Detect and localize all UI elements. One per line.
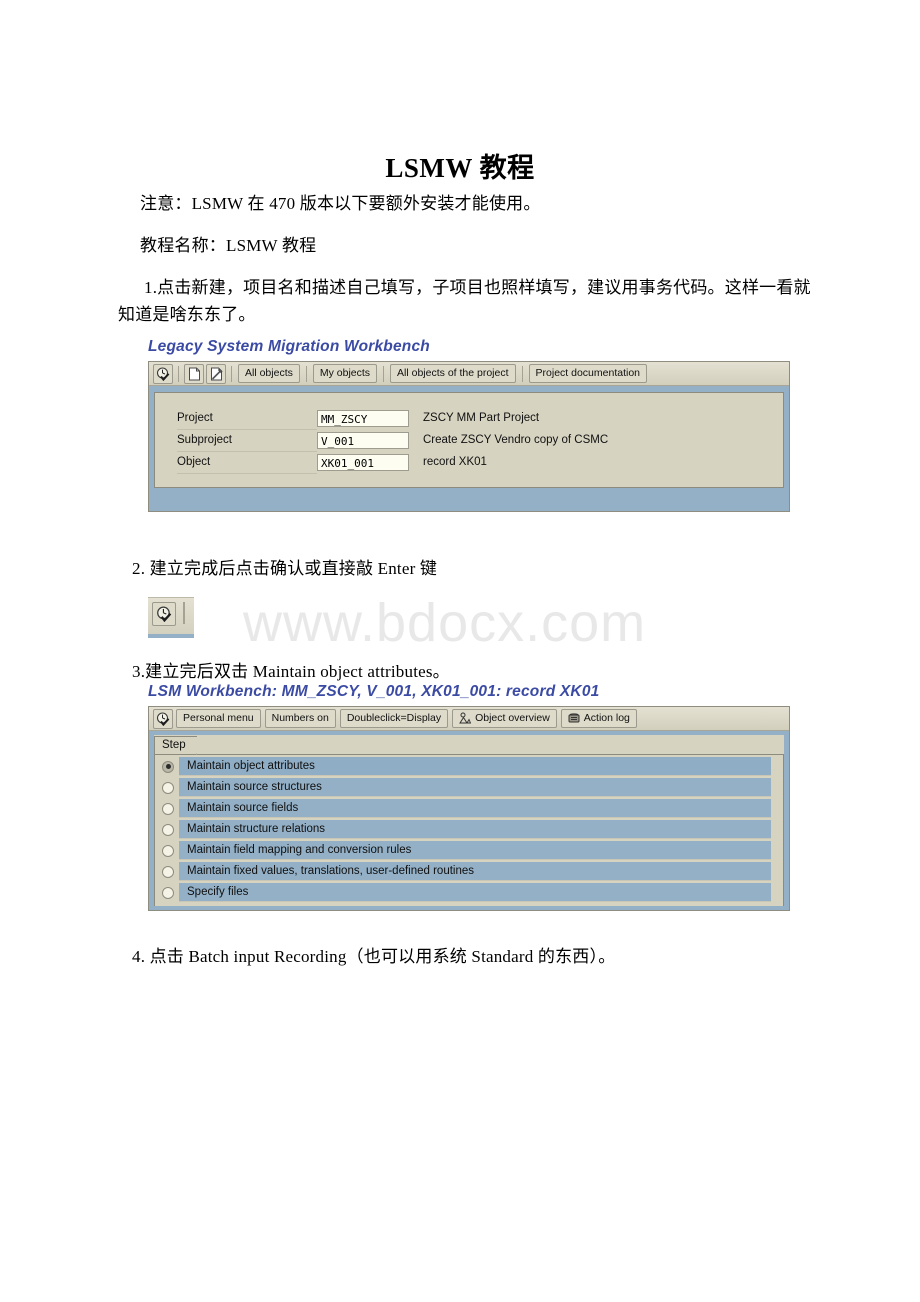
radio-button-icon[interactable] xyxy=(162,844,174,857)
tab-step[interactable]: Step xyxy=(154,736,205,755)
sap-window-2: Personal menu Numbers on Doubleclick=Dis… xyxy=(148,706,790,911)
list-item[interactable]: Maintain structure relations xyxy=(157,820,781,839)
list-item[interactable]: Maintain object attributes xyxy=(157,757,781,776)
screenshot2-title: LSM Workbench: MM_ZSCY, V_001, XK01_001:… xyxy=(148,683,600,700)
list-item-label: Specify files xyxy=(179,883,771,902)
list-item[interactable]: Maintain source fields xyxy=(157,799,781,818)
paragraph-note: 注意：LSMW 在 470 版本以下要额外安装才能使用。 xyxy=(140,194,541,213)
all-objects-button[interactable]: All objects xyxy=(238,364,300,383)
project-description: ZSCY MM Part Project xyxy=(423,412,540,424)
standalone-button-underline xyxy=(148,634,194,638)
sap-window-2-body: Step Maintain object attributes Maintain… xyxy=(149,731,789,910)
list-item[interactable]: Specify files xyxy=(157,883,781,902)
my-objects-button[interactable]: My objects xyxy=(312,364,378,383)
toolbar-1: All objects My objects All objects of th… xyxy=(149,362,789,386)
list-item[interactable]: Maintain source structures xyxy=(157,778,781,797)
toolbar-divider xyxy=(305,365,307,382)
list-item-label: Maintain field mapping and conversion ru… xyxy=(179,841,771,860)
paragraph-step-4: 4. 点击 Batch input Recording（也可以用系统 Stand… xyxy=(132,947,616,966)
project-input[interactable]: MM_ZSCY xyxy=(317,409,409,427)
list-item[interactable]: Maintain fixed values, translations, use… xyxy=(157,862,781,881)
sap-window-1-body: Project MM_ZSCY ZSCY MM Part Project Sub… xyxy=(149,386,789,511)
list-item[interactable]: Maintain field mapping and conversion ru… xyxy=(157,841,781,860)
subproject-input[interactable]: V_001 xyxy=(317,431,409,449)
list-item-label: Maintain object attributes xyxy=(179,757,771,776)
radio-button-icon[interactable] xyxy=(162,865,174,878)
standalone-enter-button-image xyxy=(148,597,194,637)
list-item-label: Maintain source structures xyxy=(179,778,771,797)
page-title: LSMW 教程 xyxy=(385,153,535,183)
action-log-button[interactable]: Action log xyxy=(560,709,637,728)
toolbar-divider xyxy=(231,365,232,382)
radio-cell[interactable] xyxy=(157,799,179,818)
personal-menu-button[interactable]: Personal menu xyxy=(176,709,261,728)
project-documentation-button[interactable]: Project documentation xyxy=(528,364,648,383)
project-label: Project xyxy=(177,407,317,430)
enter-clock-check-icon[interactable] xyxy=(153,708,173,729)
radio-cell[interactable] xyxy=(157,841,179,860)
tabstrip: Step xyxy=(154,735,784,755)
doubleclick-display-button[interactable]: Doubleclick=Display xyxy=(339,709,449,728)
screenshot-lsmw-steps: LSM Workbench: MM_ZSCY, V_001, XK01_001:… xyxy=(148,683,790,911)
project-form-panel: Project MM_ZSCY ZSCY MM Part Project Sub… xyxy=(154,392,784,488)
numbers-on-button[interactable]: Numbers on xyxy=(264,709,336,728)
object-overview-button[interactable]: Object overview xyxy=(452,709,557,728)
edit-pencil-icon[interactable] xyxy=(206,363,226,384)
action-log-label: Action log xyxy=(583,712,630,724)
screenshot1-title: Legacy System Migration Workbench xyxy=(148,338,430,355)
toolbar-divider xyxy=(183,602,185,624)
screenshot-lsmw-initial: Legacy System Migration Workbench All ob… xyxy=(148,338,790,512)
paragraph-step-3: 3.建立完后双击 Maintain object attributes。 xyxy=(132,662,450,681)
person-overview-icon xyxy=(459,712,472,724)
radio-cell[interactable] xyxy=(157,820,179,839)
radio-button-icon[interactable] xyxy=(162,802,174,815)
object-overview-label: Object overview xyxy=(475,712,550,724)
object-input[interactable]: XK01_001 xyxy=(317,453,409,471)
radio-cell[interactable] xyxy=(157,883,179,902)
radio-button-icon[interactable] xyxy=(162,823,174,836)
form-row-subproject: Subproject V_001 Create ZSCY Vendro copy… xyxy=(177,429,783,452)
action-log-icon xyxy=(568,712,580,724)
all-objects-of-project-button[interactable]: All objects of the project xyxy=(390,364,516,383)
form-row-object: Object XK01_001 record XK01 xyxy=(177,451,783,474)
document-page: www.bdocx.com LSMW 教程 注意：LSMW 在 470 版本以下… xyxy=(0,0,920,1302)
paragraph-step-1: 1.点击新建，项目名和描述自己填写，子项目也照样填写，建议用事务代码。这样一看就… xyxy=(118,278,811,324)
paragraph-step-2: 2. 建立完成后点击确认或直接敲 Enter 键 xyxy=(132,559,438,578)
enter-clock-check-icon[interactable] xyxy=(152,602,176,626)
toolbar-divider xyxy=(521,365,523,382)
step-list: Maintain object attributes Maintain sour… xyxy=(154,755,784,906)
toolbar-divider xyxy=(178,365,179,382)
list-item-label: Maintain structure relations xyxy=(179,820,771,839)
toolbar-divider xyxy=(383,365,385,382)
sap-window-1: All objects My objects All objects of th… xyxy=(148,361,790,512)
object-label: Object xyxy=(177,451,317,474)
toolbar-2: Personal menu Numbers on Doubleclick=Dis… xyxy=(149,707,789,731)
radio-button-icon[interactable] xyxy=(162,886,174,899)
object-description: record XK01 xyxy=(423,456,487,468)
list-item-label: Maintain fixed values, translations, use… xyxy=(179,862,771,881)
radio-cell[interactable] xyxy=(157,778,179,797)
radio-button-icon[interactable] xyxy=(162,760,174,773)
paragraph-tutorial-name: 教程名称：LSMW 教程 xyxy=(140,236,317,255)
radio-button-icon[interactable] xyxy=(162,781,174,794)
subproject-label: Subproject xyxy=(177,429,317,452)
new-document-icon[interactable] xyxy=(184,363,204,384)
form-row-project: Project MM_ZSCY ZSCY MM Part Project xyxy=(177,407,783,430)
radio-cell[interactable] xyxy=(157,757,179,776)
subproject-description: Create ZSCY Vendro copy of CSMC xyxy=(423,434,609,446)
radio-cell[interactable] xyxy=(157,862,179,881)
enter-clock-check-icon[interactable] xyxy=(153,363,173,384)
list-item-label: Maintain source fields xyxy=(179,799,771,818)
watermark: www.bdocx.com xyxy=(243,593,647,653)
